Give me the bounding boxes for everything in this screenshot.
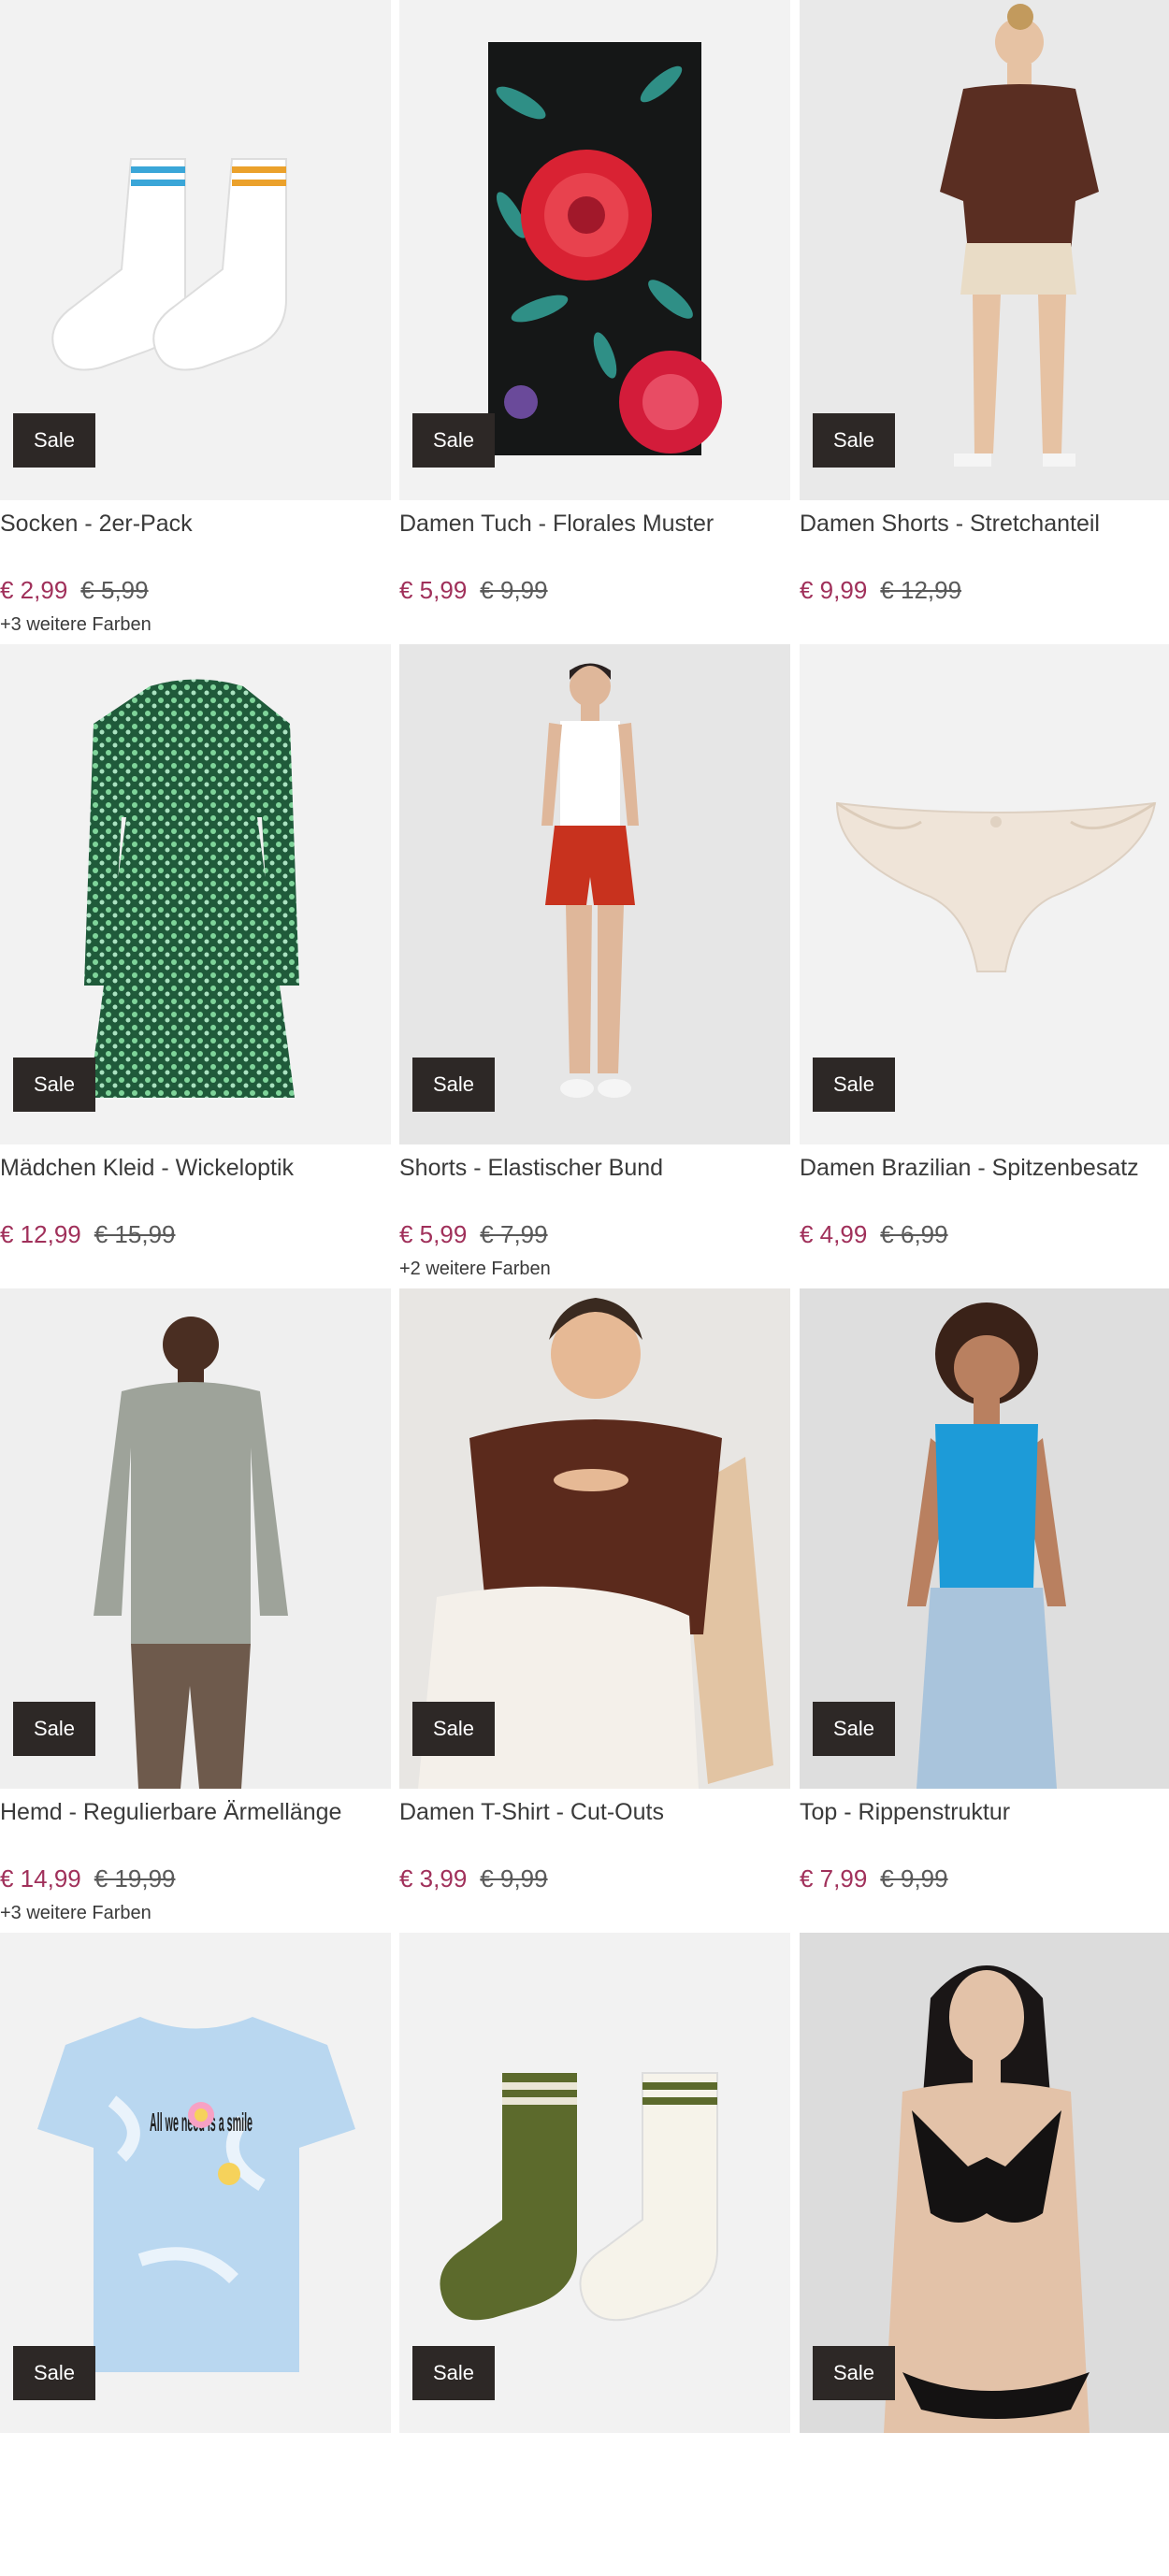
sale-badge: Sale	[13, 2346, 96, 2400]
original-price: € 9,99	[880, 1864, 948, 1892]
product-grid: Sale Socken - 2er-Pack € 2,99 € 5,99 +3 w…	[0, 0, 1169, 2433]
sale-price: € 14,99	[0, 1864, 81, 1892]
original-price: € 5,99	[80, 576, 149, 604]
more-colors-note[interactable]: +2 weitere Farben	[399, 1256, 551, 1282]
sale-badge: Sale	[13, 413, 96, 468]
product-image[interactable]: Sale	[0, 0, 391, 500]
product-title[interactable]: Damen Brazilian - Spitzenbesatz	[800, 1152, 1169, 1184]
sale-badge: Sale	[412, 1058, 496, 1112]
product-title[interactable]: Top - Rippenstruktur	[800, 1796, 1169, 1828]
product-title[interactable]: Mädchen Kleid - Wickeloptik	[0, 1152, 391, 1184]
sale-price: € 7,99	[800, 1864, 868, 1892]
product-title[interactable]: Damen Shorts - Stretchanteil	[800, 508, 1169, 540]
product-title[interactable]: Damen Tuch - Florales Muster	[399, 508, 790, 540]
product-image[interactable]: Sale	[399, 644, 790, 1144]
product-card[interactable]: Sale Hemd - Regulierbare Ärmellänge € 14…	[0, 1288, 391, 1932]
more-colors-note[interactable]: +3 weitere Farben	[0, 612, 152, 638]
sale-badge: Sale	[412, 413, 496, 468]
product-image[interactable]: Sale	[800, 644, 1169, 1144]
sale-badge: Sale	[813, 2346, 896, 2400]
product-card[interactable]: Sale	[399, 1933, 790, 2576]
product-card[interactable]: Sale	[800, 1933, 1169, 2576]
sale-badge: Sale	[813, 1702, 896, 1756]
sale-price: € 5,99	[399, 576, 468, 604]
original-price: € 7,99	[480, 1220, 548, 1248]
more-colors-note[interactable]: +3 weitere Farben	[0, 1900, 152, 1926]
sale-price: € 9,99	[800, 576, 868, 604]
product-prices: € 9,99 € 12,99	[800, 574, 961, 606]
product-prices: € 12,99 € 15,99	[0, 1218, 176, 1250]
product-image[interactable]: Sale	[0, 1288, 391, 1789]
product-prices: € 2,99 € 5,99	[0, 574, 149, 606]
original-price: € 6,99	[880, 1220, 948, 1248]
product-prices: € 5,99 € 7,99	[399, 1218, 548, 1250]
sale-price: € 3,99	[399, 1864, 468, 1892]
sale-price: € 2,99	[0, 576, 68, 604]
product-prices: € 14,99 € 19,99	[0, 1863, 176, 1894]
product-image[interactable]: Sale	[800, 1933, 1169, 2433]
product-image[interactable]: Sale	[800, 0, 1169, 500]
product-card[interactable]: Sale Shorts - Elastischer Bund € 5,99 € 7…	[399, 644, 790, 1288]
product-title[interactable]: Hemd - Regulierbare Ärmellänge	[0, 1796, 391, 1828]
sale-price: € 4,99	[800, 1220, 868, 1248]
product-card[interactable]: Sale Damen T-Shirt - Cut-Outs € 3,99 € 9,…	[399, 1288, 790, 1932]
product-card[interactable]: Sale Socken - 2er-Pack € 2,99 € 5,99 +3 w…	[0, 0, 391, 643]
product-prices: € 7,99 € 9,99	[800, 1863, 948, 1894]
product-prices: € 3,99 € 9,99	[399, 1863, 548, 1894]
product-image[interactable]: Sale	[399, 1933, 790, 2433]
sale-price: € 5,99	[399, 1220, 468, 1248]
sale-badge: Sale	[813, 413, 896, 468]
product-image[interactable]: Sale	[800, 1288, 1169, 1789]
product-card[interactable]: Sale Damen Brazilian - Spitzenbesatz € 4…	[800, 644, 1169, 1288]
product-title[interactable]: Damen T-Shirt - Cut-Outs	[399, 1796, 790, 1828]
product-card[interactable]: Sale Damen Shorts - Stretchanteil € 9,99…	[800, 0, 1169, 643]
product-image[interactable]: Sale	[399, 0, 790, 500]
original-price: € 15,99	[94, 1220, 176, 1248]
sale-badge: Sale	[13, 1702, 96, 1756]
sale-price: € 12,99	[0, 1220, 81, 1248]
product-card[interactable]: Sale Top - Rippenstruktur € 7,99 € 9,99	[800, 1288, 1169, 1932]
product-prices: € 5,99 € 9,99	[399, 574, 548, 606]
sale-badge: Sale	[412, 2346, 496, 2400]
product-card[interactable]: Sale Mädchen Kleid - Wickeloptik € 12,99…	[0, 644, 391, 1288]
original-price: € 12,99	[880, 576, 962, 604]
original-price: € 19,99	[94, 1864, 176, 1892]
original-price: € 9,99	[480, 1864, 548, 1892]
product-card[interactable]: All we need is a smile Sale	[0, 1933, 391, 2576]
product-title[interactable]: Socken - 2er-Pack	[0, 508, 391, 540]
product-image[interactable]: Sale	[0, 644, 391, 1144]
sale-badge: Sale	[813, 1058, 896, 1112]
original-price: € 9,99	[480, 576, 548, 604]
product-image[interactable]: All we need is a smile Sale	[0, 1933, 391, 2433]
product-prices: € 4,99 € 6,99	[800, 1218, 948, 1250]
sale-badge: Sale	[13, 1058, 96, 1112]
sale-badge: Sale	[412, 1702, 496, 1756]
product-title[interactable]: Shorts - Elastischer Bund	[399, 1152, 790, 1184]
product-image[interactable]: Sale	[399, 1288, 790, 1789]
product-card[interactable]: Sale Damen Tuch - Florales Muster € 5,99…	[399, 0, 790, 643]
